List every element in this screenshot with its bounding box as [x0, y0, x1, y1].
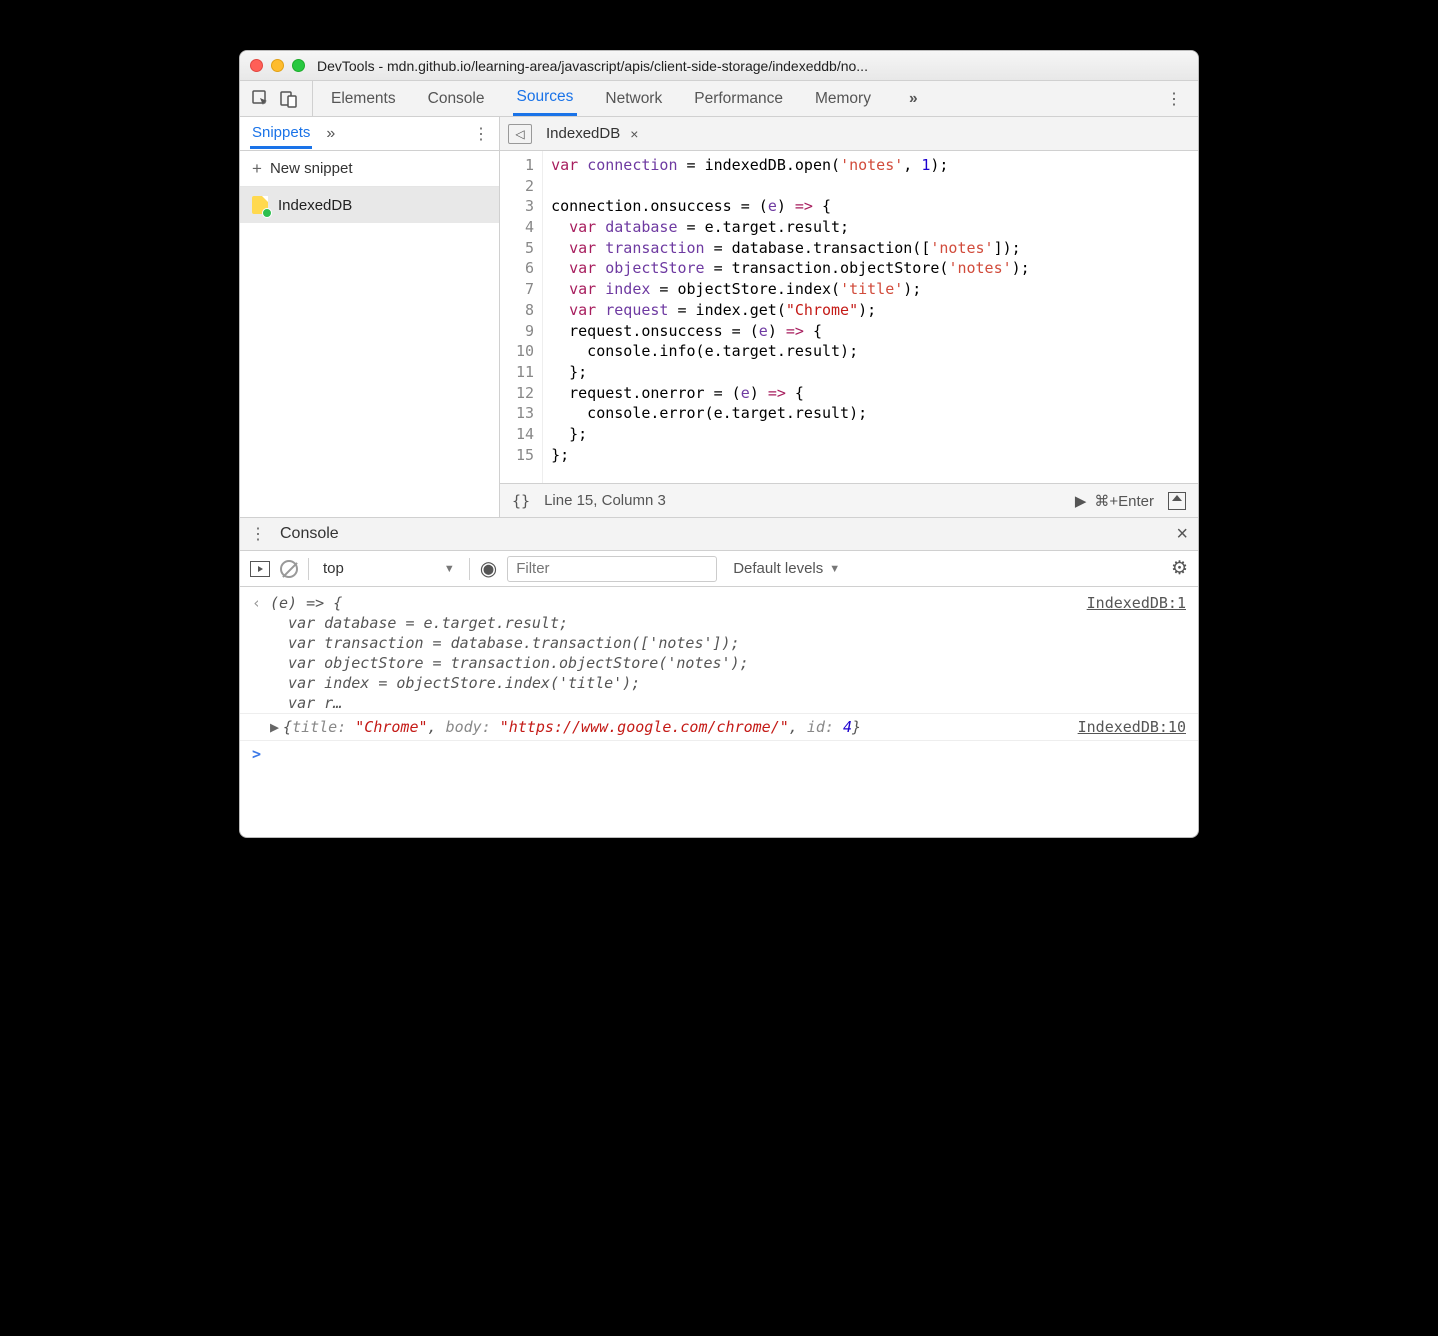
- console-log-row[interactable]: ▶ {title: "Chrome", body: "https://www.g…: [240, 713, 1198, 741]
- new-snippet-label: New snippet: [270, 160, 353, 177]
- code-content: var connection = indexedDB.open('notes',…: [543, 151, 1038, 483]
- expand-icon[interactable]: ▶: [270, 718, 279, 736]
- console-filter: [507, 556, 717, 582]
- console-toolbar: top ▼ ◉ Default levels ▼ ⚙: [240, 551, 1198, 587]
- editor-statusbar: {} Line 15, Column 3 ▶ ⌘+Enter: [500, 483, 1198, 517]
- tab-memory[interactable]: Memory: [811, 81, 875, 116]
- devtools-window: DevTools - mdn.github.io/learning-area/j…: [239, 50, 1199, 838]
- settings-menu-icon[interactable]: ⋮: [1156, 89, 1192, 109]
- sidebar-tabstrip: Snippets » ⋮: [240, 117, 499, 151]
- sidebar-menu-icon[interactable]: ⋮: [473, 124, 489, 144]
- levels-label: Default levels: [733, 560, 823, 577]
- play-icon: ▶: [1075, 492, 1087, 510]
- pretty-print-icon[interactable]: {}: [512, 492, 530, 510]
- filter-input[interactable]: [507, 556, 717, 582]
- editor-pane: ◁ IndexedDB × 123456789101112131415 var …: [500, 117, 1198, 517]
- chevron-down-icon: ▼: [829, 563, 840, 575]
- traffic-lights: [250, 59, 305, 72]
- device-toggle-icon[interactable]: [280, 90, 298, 108]
- sources-main: Snippets » ⋮ + New snippet IndexedDB ◁ I…: [240, 117, 1198, 517]
- execution-context-select[interactable]: top ▼: [319, 560, 459, 577]
- collapse-icon[interactable]: ‹: [252, 594, 270, 612]
- navigator-toggle-icon[interactable]: ◁: [508, 124, 532, 144]
- snippet-item-indexeddb[interactable]: IndexedDB: [240, 187, 499, 223]
- separator: [469, 558, 470, 580]
- window-title: DevTools - mdn.github.io/learning-area/j…: [317, 58, 868, 74]
- editor-tabstrip: ◁ IndexedDB ×: [500, 117, 1198, 151]
- separator: [308, 558, 309, 580]
- source-link[interactable]: IndexedDB:10: [1058, 718, 1186, 736]
- sidebar-tab-snippets[interactable]: Snippets: [250, 118, 312, 149]
- close-drawer-icon[interactable]: ×: [1176, 523, 1188, 546]
- maximize-window-button[interactable]: [292, 59, 305, 72]
- snippet-name: IndexedDB: [278, 197, 352, 214]
- context-label: top: [323, 560, 344, 577]
- code-editor[interactable]: 123456789101112131415 var connection = i…: [500, 151, 1198, 483]
- close-window-button[interactable]: [250, 59, 263, 72]
- new-snippet-button[interactable]: + New snippet: [240, 151, 499, 187]
- cursor-position: Line 15, Column 3: [544, 492, 666, 509]
- panel-tabs: Elements Console Sources Network Perform…: [313, 81, 1156, 116]
- run-shortcut-label: ⌘+Enter: [1094, 492, 1154, 510]
- sidebar-tabs-overflow[interactable]: »: [326, 125, 335, 143]
- tab-sources[interactable]: Sources: [513, 81, 578, 116]
- line-gutter: 123456789101112131415: [500, 151, 543, 483]
- editor-tab-label: IndexedDB: [546, 125, 620, 142]
- inspect-element-icon[interactable]: [252, 90, 270, 108]
- console-drawer-title: Console: [280, 525, 339, 543]
- console-menu-icon[interactable]: ⋮: [250, 524, 266, 544]
- source-link[interactable]: IndexedDB:1: [1067, 594, 1186, 612]
- toggle-drawer-icon[interactable]: [1168, 492, 1186, 510]
- plus-icon: +: [252, 159, 262, 179]
- editor-tab-indexeddb[interactable]: IndexedDB ×: [546, 125, 638, 142]
- live-expression-icon[interactable]: ◉: [480, 556, 497, 581]
- chevron-down-icon: ▼: [444, 563, 455, 575]
- tabs-overflow[interactable]: »: [899, 90, 928, 108]
- tab-elements[interactable]: Elements: [327, 81, 400, 116]
- tab-performance[interactable]: Performance: [690, 81, 787, 116]
- snippets-sidebar: Snippets » ⋮ + New snippet IndexedDB: [240, 117, 500, 517]
- console-prompt-row[interactable]: >: [240, 741, 1198, 767]
- console-drawer-header: ⋮ Console ×: [240, 517, 1198, 551]
- panel-tabbar: Elements Console Sources Network Perform…: [240, 81, 1198, 117]
- console-settings-icon[interactable]: ⚙: [1171, 557, 1188, 580]
- prompt-icon: >: [252, 745, 261, 763]
- tab-console[interactable]: Console: [424, 81, 489, 116]
- console-sidebar-toggle-icon[interactable]: [250, 561, 270, 577]
- js-file-icon: [252, 196, 268, 214]
- log-levels-select[interactable]: Default levels ▼: [733, 560, 840, 577]
- window-titlebar: DevTools - mdn.github.io/learning-area/j…: [240, 51, 1198, 81]
- log-content: (e) => {: [270, 594, 1067, 612]
- object-preview: {title: "Chrome", body: "https://www.goo…: [283, 718, 861, 736]
- console-log-row[interactable]: ‹ (e) => { IndexedDB:1: [240, 593, 1198, 613]
- tab-network[interactable]: Network: [601, 81, 666, 116]
- minimize-window-button[interactable]: [271, 59, 284, 72]
- clear-console-icon[interactable]: [280, 560, 298, 578]
- run-snippet-button[interactable]: ▶ ⌘+Enter: [1075, 492, 1154, 510]
- console-output: ‹ (e) => { IndexedDB:1 var database = e.…: [240, 587, 1198, 837]
- inspect-tools: [246, 81, 313, 116]
- close-tab-icon[interactable]: ×: [630, 126, 638, 142]
